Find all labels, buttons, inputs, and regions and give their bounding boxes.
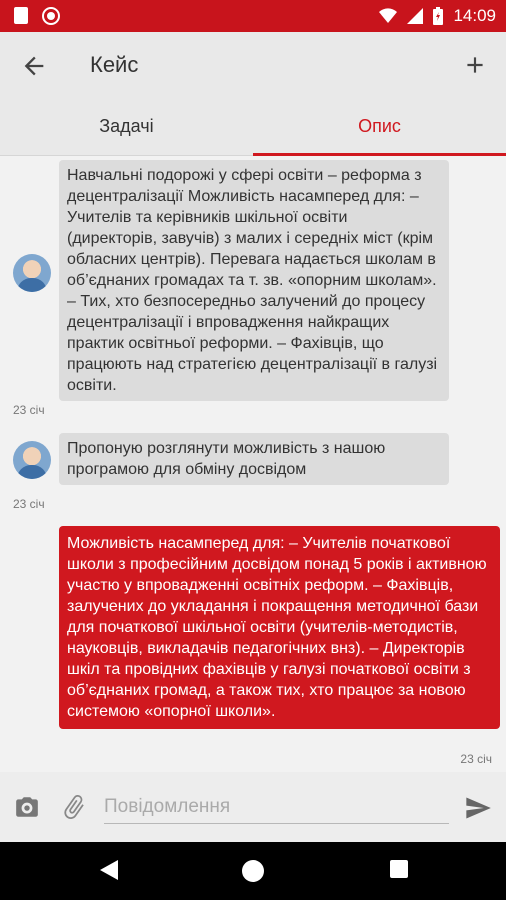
message-bubble-incoming[interactable]: Навчальні подорожі у сфері освіти – рефо… — [59, 160, 449, 401]
app-bar: Кейс — [0, 32, 506, 100]
message-time: 23 січ — [13, 403, 45, 417]
message-composer — [0, 772, 506, 842]
avatar[interactable] — [13, 254, 51, 292]
message-bubble-outgoing[interactable]: Можливість насамперед для: – Учителів по… — [59, 526, 500, 729]
message-list[interactable]: Навчальні подорожі у сфері освіти – рефо… — [0, 156, 506, 772]
message-bubble-incoming[interactable]: Пропоную розглянути можливість з нашою п… — [59, 433, 449, 485]
tab-description[interactable]: Опис — [253, 100, 506, 156]
back-arrow-icon[interactable] — [20, 52, 48, 80]
signal-icon — [407, 8, 424, 24]
attachment-icon[interactable] — [60, 792, 88, 822]
tab-tasks[interactable]: Задачі — [0, 100, 253, 156]
send-icon[interactable] — [464, 794, 492, 822]
system-navigation-bar — [0, 842, 506, 900]
nav-back-icon[interactable] — [98, 858, 120, 882]
page-title: Кейс — [90, 52, 139, 77]
battery-icon — [433, 7, 444, 25]
tab-bar: Задачі Опис — [0, 100, 506, 156]
camera-icon[interactable] — [14, 794, 40, 820]
add-icon[interactable] — [462, 52, 488, 78]
message-time: 23 січ — [460, 752, 492, 766]
nav-home-icon[interactable] — [240, 858, 266, 884]
nav-recent-apps-icon[interactable] — [388, 858, 410, 880]
avatar[interactable] — [13, 441, 51, 479]
status-bar: 14:09 — [0, 0, 506, 32]
message-input[interactable] — [104, 790, 449, 824]
notification-document-icon — [14, 7, 28, 24]
status-time: 14:09 — [453, 6, 496, 25]
message-time: 23 січ — [13, 497, 45, 511]
notification-record-icon — [42, 7, 60, 25]
wifi-icon — [379, 8, 398, 23]
